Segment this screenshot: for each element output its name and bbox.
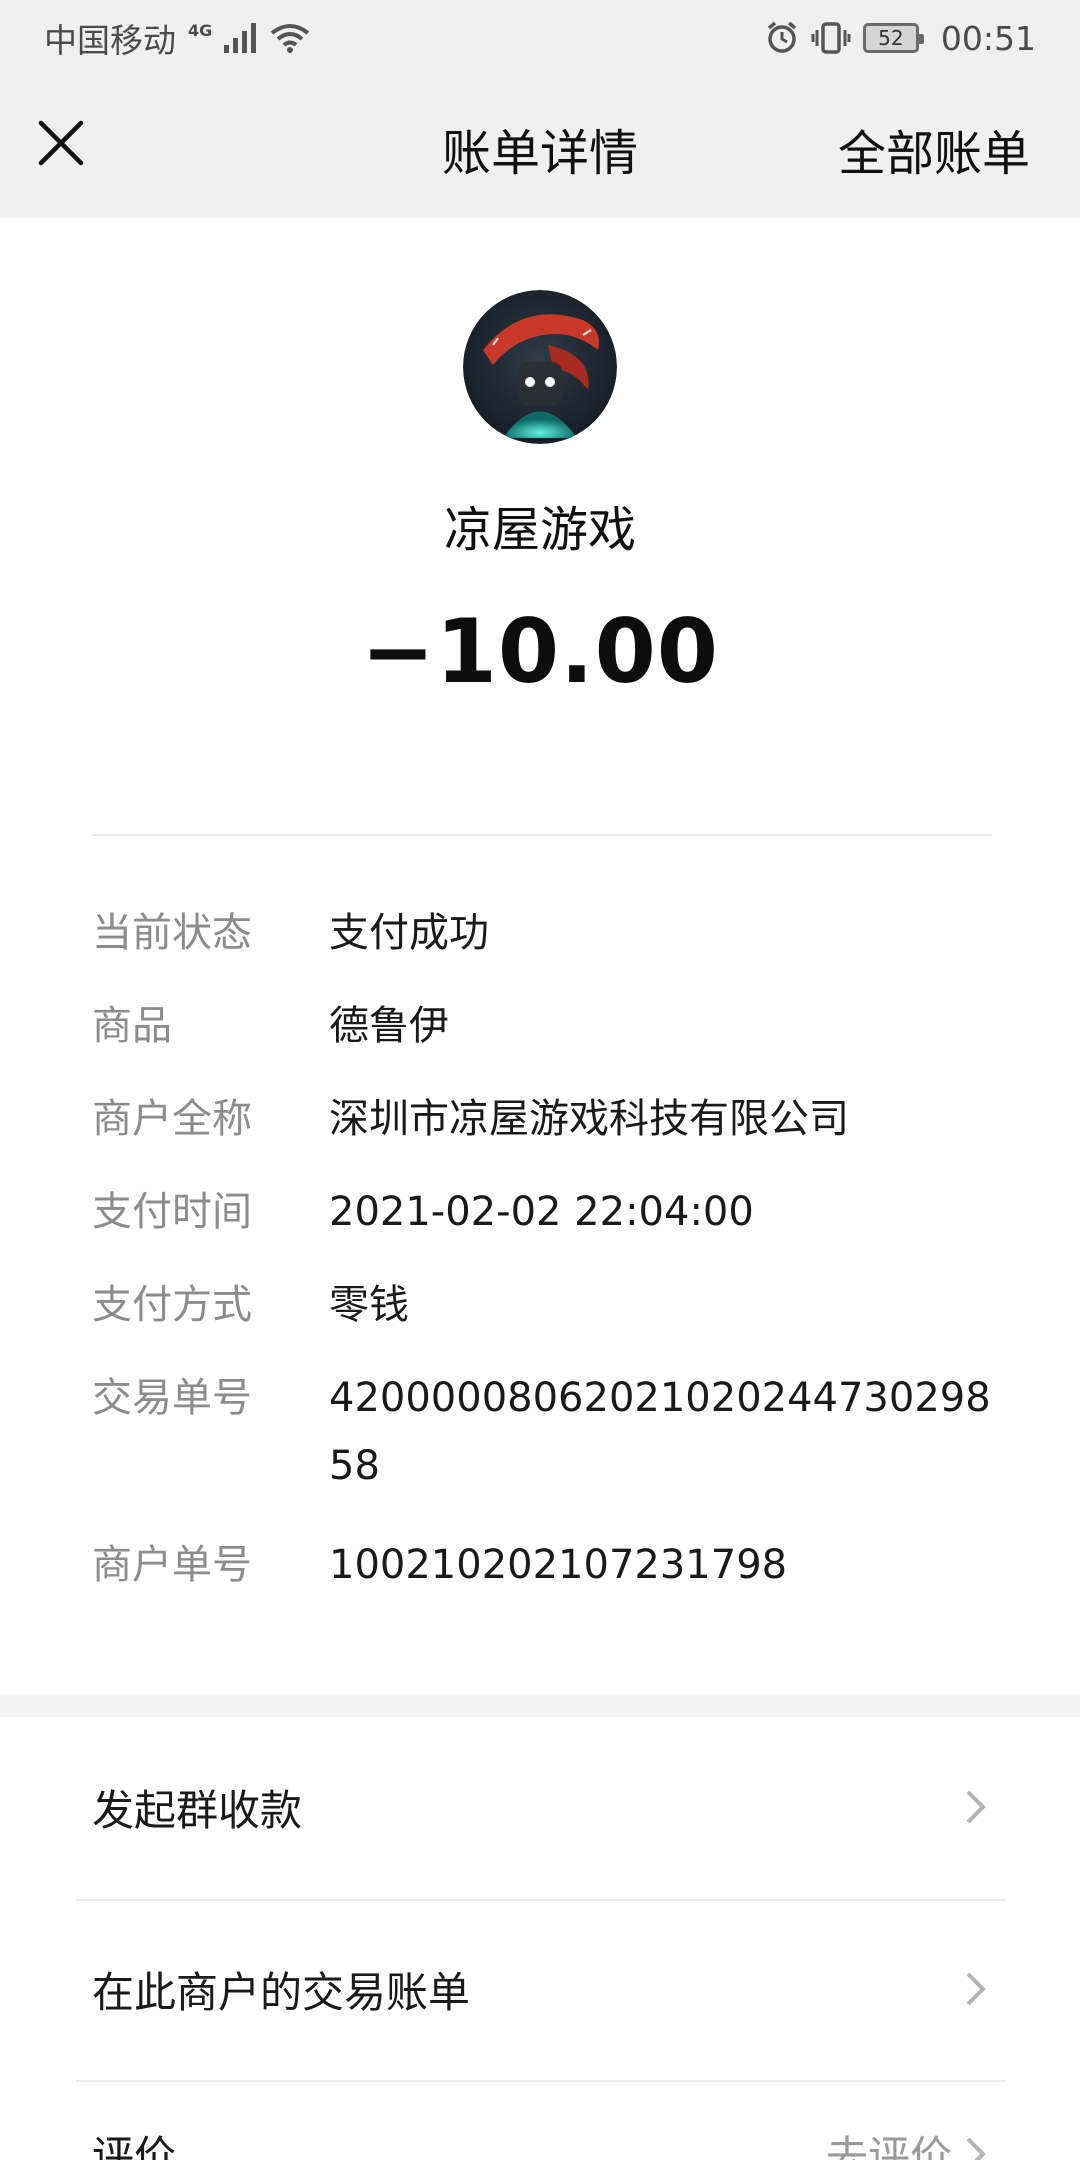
merchant-avatar	[463, 290, 617, 444]
transaction-id[interactable]: 4200000806202102024473029858	[329, 1364, 992, 1500]
chevron-right-icon	[966, 2137, 986, 2160]
detail-value: 支付成功	[329, 910, 489, 956]
battery-icon: 52	[862, 23, 924, 53]
wifi-icon	[271, 24, 310, 53]
group-collect-row[interactable]: 发起群收款	[0, 1717, 1080, 1897]
detail-row-product: 商品 德鲁伊	[92, 998, 992, 1054]
detail-label: 商户全称	[92, 1096, 252, 1142]
network-type: 4G	[188, 20, 213, 40]
chevron-right-icon	[966, 1790, 986, 1824]
detail-row-transaction-id: 交易单号 4200000806202102024473029858	[92, 1370, 992, 1500]
detail-row-merchant-order: 商户单号 100210202107231798	[92, 1537, 992, 1593]
action-right	[964, 1788, 988, 1826]
clock-time: 00:51	[940, 18, 1036, 58]
action-label: 在此商户的交易账单	[92, 1967, 471, 2017]
detail-row-pay-method: 支付方式 零钱	[92, 1277, 992, 1333]
merchant-bills-row[interactable]: 在此商户的交易账单	[0, 1899, 1080, 2079]
section-gap	[0, 1695, 1080, 1717]
merchant-name: 凉屋游戏	[443, 502, 636, 558]
detail-label: 当前状态	[92, 910, 252, 956]
alarm-icon	[767, 21, 797, 53]
game-avatar-icon	[463, 290, 617, 444]
detail-value: 2021-02-02 22:04:00	[329, 1189, 754, 1235]
detail-label: 支付时间	[92, 1189, 252, 1235]
divider	[92, 834, 992, 836]
detail-row-pay-time: 支付时间 2021-02-02 22:04:00	[92, 1184, 992, 1240]
vibrate-icon	[811, 22, 851, 54]
detail-value: 德鲁伊	[329, 1003, 449, 1049]
action-label: 评价	[92, 2132, 177, 2160]
all-bills-link[interactable]: 全部账单	[838, 114, 1030, 184]
detail-label: 商品	[92, 1003, 172, 1049]
carrier-name: 中国移动	[44, 21, 176, 60]
payment-amount: −10.00	[360, 600, 720, 703]
detail-label: 商户单号	[92, 1542, 252, 1588]
nav-bar: 账单详情 全部账单	[0, 76, 1080, 218]
detail-label: 交易单号	[92, 1375, 252, 1421]
rate-row[interactable]: 评价 去评价	[0, 2082, 1080, 2160]
status-bar: 中国移动 4G 52 00:51	[0, 0, 1080, 76]
detail-label: 支付方式	[92, 1282, 252, 1328]
detail-row-status: 当前状态 支付成功	[92, 905, 992, 961]
status-left: 中国移动 4G	[44, 14, 310, 62]
detail-value: 深圳市凉屋游戏科技有限公司	[329, 1096, 849, 1142]
signal-icon	[224, 23, 257, 53]
status-right: 52 00:51	[765, 19, 1036, 58]
detail-value: 零钱	[329, 1282, 409, 1328]
action-label: 发起群收款	[92, 1785, 303, 1835]
chevron-right-icon	[966, 1972, 986, 2006]
rate-link[interactable]: 去评价	[826, 2123, 952, 2160]
bill-details: 当前状态 支付成功 商品 德鲁伊 商户全称 深圳市凉屋游戏科技有限公司 支付时间…	[92, 905, 992, 1630]
detail-row-merchant-fullname: 商户全称 深圳市凉屋游戏科技有限公司	[92, 1091, 992, 1147]
merchant-order-id[interactable]: 100210202107231798	[329, 1537, 992, 1593]
action-right: 去评价	[826, 2123, 988, 2160]
action-right	[964, 1970, 988, 2008]
